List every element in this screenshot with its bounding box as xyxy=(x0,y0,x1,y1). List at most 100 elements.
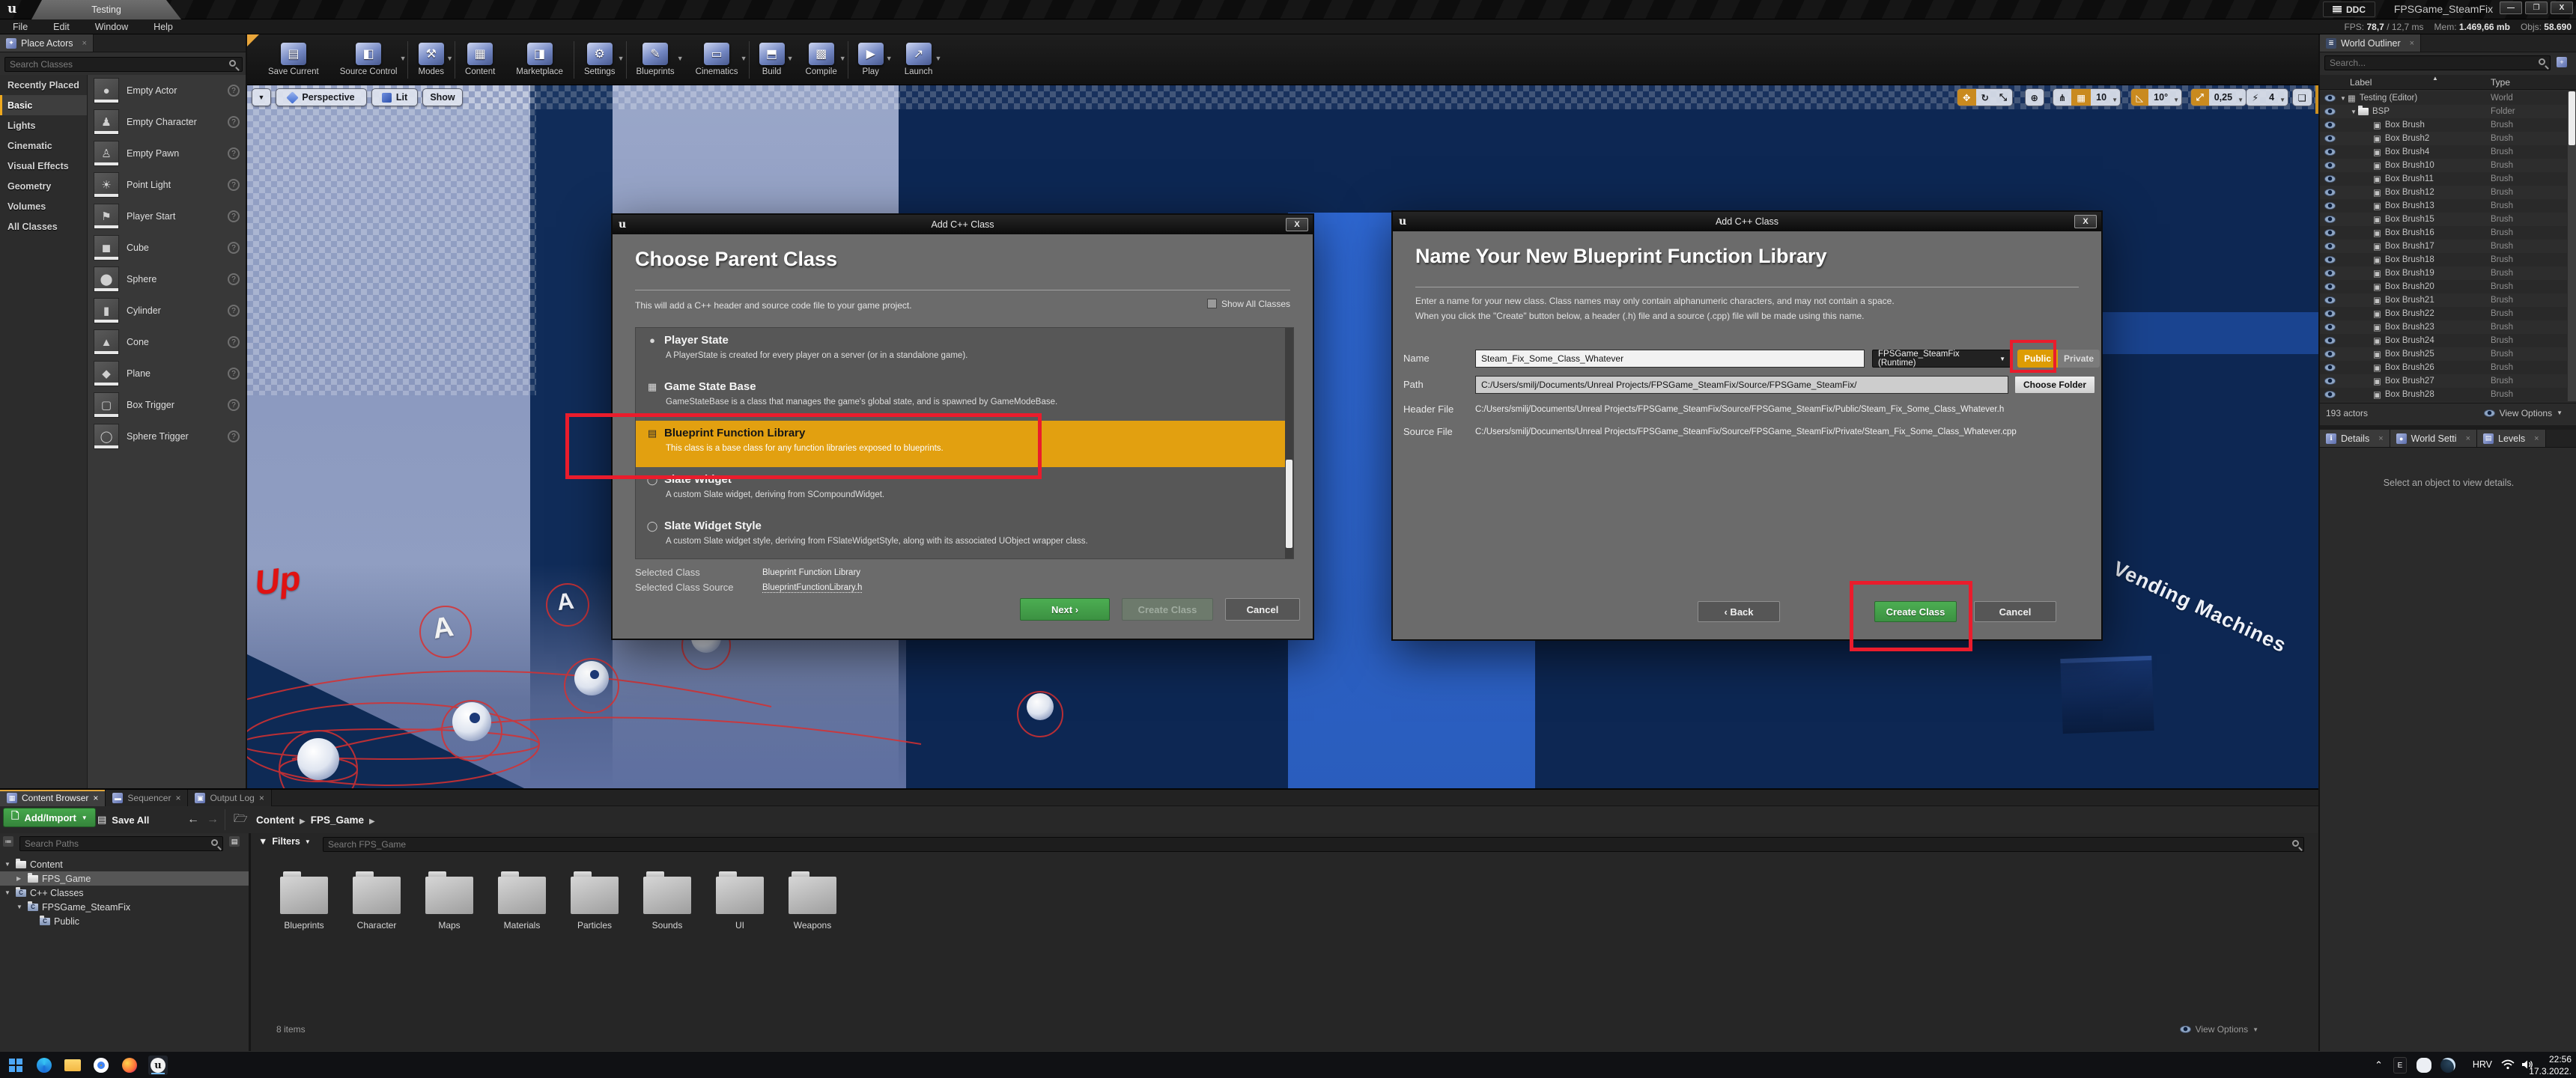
help-icon[interactable]: ? xyxy=(228,336,240,348)
asset-folder[interactable]: Blueprints xyxy=(270,877,338,931)
scale-snap-value[interactable]: 0,25 xyxy=(2209,89,2238,106)
move-tool-icon[interactable]: ✥ xyxy=(1957,89,1975,106)
maximize-icon[interactable]: ❏ xyxy=(2293,89,2312,106)
place-actor-item[interactable]: ♟ Empty Character ? xyxy=(88,106,246,138)
details-panel-tab[interactable]: ℹ Details × xyxy=(2320,430,2390,447)
discord-icon[interactable] xyxy=(2414,1056,2434,1075)
chevron-down-icon[interactable]: ▼ xyxy=(886,55,893,62)
asset-folder[interactable]: UI xyxy=(706,877,774,931)
toolbar-button[interactable]: ✎ Blueprints ▼ xyxy=(628,37,684,83)
new-folder-icon[interactable]: + xyxy=(2557,57,2567,67)
close-tab-icon[interactable]: × xyxy=(82,39,86,48)
save-all-button[interactable]: ▤Save All xyxy=(97,814,149,826)
toolbar-button[interactable]: ↗ Launch ▼ xyxy=(896,37,942,83)
visibility-eye-icon[interactable] xyxy=(2324,148,2336,156)
view-mode-button[interactable]: Lit xyxy=(371,88,418,106)
sources-toggle-icon[interactable]: ≔ xyxy=(3,836,13,847)
selected-class-source-link[interactable]: BlueprintFunctionLibrary.h xyxy=(762,583,862,593)
place-actor-item[interactable]: ◼ Cube ? xyxy=(88,232,246,264)
help-icon[interactable]: ? xyxy=(228,242,240,254)
module-dropdown[interactable]: FPSGame_SteamFix (Runtime)▼ xyxy=(1872,350,2011,368)
place-actors-category[interactable]: All Classes xyxy=(0,216,87,237)
outliner-row[interactable]: ▣ Box Brush19 Brush xyxy=(2320,267,2567,280)
search-assets-input[interactable] xyxy=(323,837,2304,852)
viewport-options-dropdown[interactable]: ▼ xyxy=(252,88,271,106)
parent-class-item[interactable]: ◯Slate Widget Style A custom Slate widge… xyxy=(636,514,1293,559)
toolbar-button[interactable]: ◧ Source Control ▼ xyxy=(331,37,407,83)
content-tree-row[interactable]: ▼ FPSGame_SteamFix xyxy=(0,900,249,914)
close-dialog-button[interactable]: X xyxy=(1286,218,1308,231)
close-tab-icon[interactable]: × xyxy=(175,793,180,803)
expander-icon[interactable]: ▼ xyxy=(16,904,24,910)
help-icon[interactable]: ? xyxy=(228,147,240,159)
visibility-eye-icon[interactable] xyxy=(2324,121,2336,129)
sort-ascending-icon[interactable]: ▲ xyxy=(2432,75,2438,82)
chevron-down-icon[interactable]: ▼ xyxy=(618,55,625,62)
outliner-row[interactable]: ▣ Box Brush2 Brush xyxy=(2320,132,2567,145)
rotate-tool-icon[interactable]: ↻ xyxy=(1976,89,1994,106)
expander-icon[interactable]: ▼ xyxy=(4,889,12,896)
outliner-row[interactable]: ▣ Box Brush23 Brush xyxy=(2320,320,2567,334)
outliner-row[interactable]: ▣ Box Brush25 Brush xyxy=(2320,347,2567,361)
scrollbar-thumb[interactable] xyxy=(2569,91,2575,145)
toolbar-button[interactable]: ▶ Play ▼ xyxy=(849,37,893,83)
hidden-icons-chevron[interactable]: ⌃ xyxy=(2375,1059,2383,1071)
taskbar-clock[interactable]: 22:56 17.3.2022. xyxy=(2529,1053,2572,1077)
visibility-eye-icon[interactable] xyxy=(2324,364,2336,371)
toolbar-button[interactable]: ▦ Content ▼ xyxy=(456,37,504,83)
visibility-eye-icon[interactable] xyxy=(2324,202,2336,210)
scale-tool-icon[interactable]: ⤡ xyxy=(1994,89,2012,106)
bottom-panel-tab[interactable]: ▬ Sequencer × xyxy=(106,790,188,806)
scrollbar-thumb[interactable] xyxy=(1286,460,1292,548)
add-import-button[interactable]: 🗋 Add/Import ▼ xyxy=(3,808,96,827)
explorer-icon[interactable] xyxy=(63,1056,82,1075)
toolbar-button[interactable]: ▤ Save Current ▼ xyxy=(259,37,328,83)
details-panel-tab[interactable]: ● World Setti × xyxy=(2390,430,2477,447)
chevron-down-icon[interactable]: ▼ xyxy=(2112,97,2120,106)
show-all-classes-toggle[interactable]: Show All Classes xyxy=(1207,299,1290,309)
visibility-eye-icon[interactable] xyxy=(2324,175,2336,183)
place-actors-category[interactable]: Basic xyxy=(0,95,87,115)
help-icon[interactable]: ? xyxy=(228,368,240,380)
epic-games-icon[interactable]: E xyxy=(2390,1056,2410,1075)
place-actors-category[interactable]: Recently Placed xyxy=(0,75,87,95)
cancel-button[interactable]: Cancel xyxy=(1225,598,1300,621)
toolbar-button[interactable]: ▩ Compile ▼ xyxy=(797,37,846,83)
help-icon[interactable]: ? xyxy=(228,305,240,317)
help-icon[interactable]: ? xyxy=(228,430,240,442)
expander-icon[interactable]: ▼ xyxy=(2340,95,2348,102)
chevron-down-icon[interactable]: ▼ xyxy=(677,55,684,62)
search-classes-input[interactable] xyxy=(4,57,243,72)
toolbar-button[interactable]: ▭ Cinematics ▼ xyxy=(687,37,747,83)
world-space-icon[interactable]: ⊕ xyxy=(2026,89,2044,106)
help-icon[interactable]: ? xyxy=(228,85,240,97)
forward-arrow-icon[interactable]: → xyxy=(207,813,219,826)
perspective-button[interactable]: Perspective xyxy=(276,88,367,106)
visibility-eye-icon[interactable] xyxy=(2324,162,2336,169)
chevron-down-icon[interactable]: ▼ xyxy=(839,55,846,62)
close-dialog-button[interactable]: X xyxy=(2074,215,2097,228)
outliner-row[interactable]: ▣ Box Brush24 Brush xyxy=(2320,334,2567,347)
menu-item[interactable]: Help xyxy=(141,19,186,34)
close-tab-icon[interactable]: × xyxy=(2378,434,2383,443)
content-tree-row[interactable]: ▼ Content xyxy=(0,857,249,871)
close-tab-icon[interactable]: × xyxy=(93,793,98,803)
menu-item[interactable]: File xyxy=(0,19,40,34)
place-actor-item[interactable]: ⚑ Player Start ? xyxy=(88,201,246,232)
steam-icon[interactable] xyxy=(2438,1056,2458,1075)
place-actors-category[interactable]: Lights xyxy=(0,115,87,135)
toolbar-button[interactable]: ⚒ Modes ▼ xyxy=(409,37,453,83)
bottom-panel-tab[interactable]: ▦ Content Browser × xyxy=(0,790,106,806)
breadcrumb-item[interactable]: FPS_Game▶ xyxy=(311,814,380,826)
outliner-row[interactable]: ▣ Box Brush21 Brush xyxy=(2320,293,2567,307)
help-icon[interactable]: ? xyxy=(228,116,240,128)
restore-button[interactable]: ❐ xyxy=(2525,1,2548,14)
close-tab-icon[interactable]: × xyxy=(2410,39,2414,48)
place-actors-category[interactable]: Volumes xyxy=(0,196,87,216)
visibility-eye-icon[interactable] xyxy=(2324,296,2336,304)
next-button[interactable]: Next › xyxy=(1020,598,1110,621)
outliner-row[interactable]: ▣ Box Brush28 Brush xyxy=(2320,388,2567,401)
place-actor-item[interactable]: ⬤ Sphere ? xyxy=(88,264,246,295)
outliner-row[interactable]: ▣ Box Brush20 Brush xyxy=(2320,280,2567,293)
checkbox-icon[interactable] xyxy=(1207,299,1217,308)
